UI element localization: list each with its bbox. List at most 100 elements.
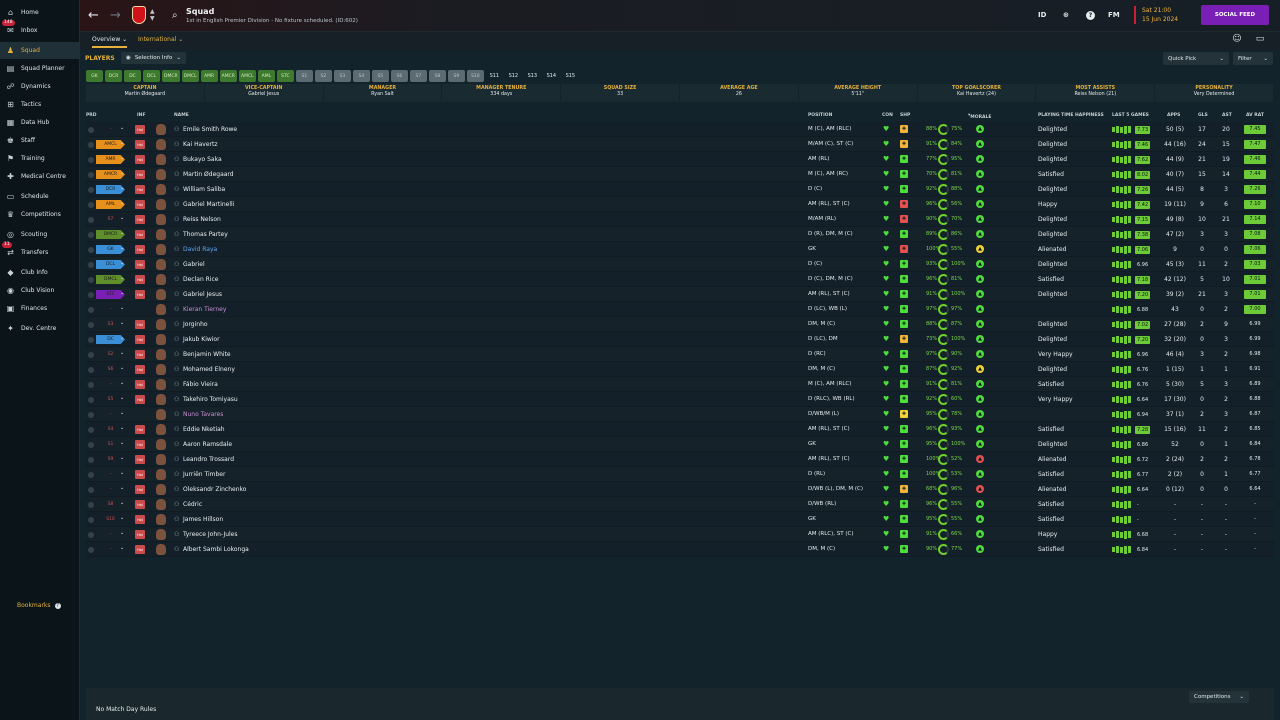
chevron-down-icon[interactable]: ⌄ bbox=[120, 530, 124, 536]
sidebar-item-scouting[interactable]: ◎ Scouting bbox=[0, 226, 80, 243]
position-chip[interactable]: DCR bbox=[105, 70, 122, 82]
chevron-down-icon[interactable]: ⌄ bbox=[120, 215, 124, 221]
player-name[interactable]: Aaron Ramsdale bbox=[183, 441, 232, 448]
position-chip[interactable]: S9 bbox=[447, 70, 465, 82]
filter-button[interactable]: Filter ⌄ bbox=[1233, 52, 1273, 65]
table-row[interactable]: S5 ⌄ Hol ⚇ Takehiro Tomiyasu D (RLC), WB (RL)… bbox=[86, 392, 1274, 407]
select-radio[interactable] bbox=[88, 502, 94, 508]
table-row[interactable]: DMCL ⌄ Hol ⚇ Declan Rice D (C), DM, M (C) ♥ ✚ 96… bbox=[86, 272, 1274, 287]
table-row[interactable]: - ⌄ Hol ⚇ Emile Smith Rowe M (C), AM (RLC) ♥ ✚ 8… bbox=[86, 122, 1274, 137]
competitions-dropdown[interactable]: Competitions ⌄ bbox=[1189, 691, 1249, 703]
notifications-icon[interactable]: ☺ bbox=[1230, 34, 1244, 46]
select-radio[interactable] bbox=[88, 217, 94, 223]
player-name[interactable]: Jakub Kiwior bbox=[183, 336, 220, 343]
select-radio[interactable] bbox=[88, 157, 94, 163]
select-radio[interactable] bbox=[88, 412, 94, 418]
player-name[interactable]: Jurriën Timber bbox=[183, 471, 225, 478]
tab-overview[interactable]: Overview ⌄ bbox=[92, 36, 128, 48]
table-row[interactable]: S7 ⌄ Hol ⚇ Reiss Nelson M/AM (RL) ♥ ✚ 90% 70% ▲ Del… bbox=[86, 212, 1274, 227]
select-radio[interactable] bbox=[88, 397, 94, 403]
sidebar-item-home[interactable]: ⌂ Home bbox=[0, 4, 80, 21]
summary-value[interactable]: Martin Ødegaard bbox=[86, 92, 204, 97]
position-chip[interactable]: AML bbox=[257, 70, 275, 82]
position-chip[interactable]: S4 bbox=[352, 70, 370, 82]
summary-value[interactable]: 5'11" bbox=[799, 92, 917, 97]
select-radio[interactable] bbox=[88, 232, 94, 238]
bookmarks[interactable]: Bookmarks ? bbox=[17, 602, 61, 609]
sidebar-item-club-info[interactable]: ◆ Club Info bbox=[0, 264, 80, 281]
chevron-down-icon[interactable]: ⌄ bbox=[120, 260, 124, 266]
chevron-down-icon[interactable]: ⌄ bbox=[120, 380, 124, 386]
summary-value[interactable]: Kai Havertz (24) bbox=[918, 92, 1036, 97]
select-radio[interactable] bbox=[88, 127, 94, 133]
table-row[interactable]: S10 ⌄ Hol ⚇ James Hillson GK ♥ ✚ 95% 55% ▲ Satisfie… bbox=[86, 512, 1274, 527]
table-row[interactable]: - ⌄ ⚇ Nuno Tavares D/WB/M (L) ♥ ✚ 95% 78% ▲ 6.94 37… bbox=[86, 407, 1274, 422]
sidebar-item-training[interactable]: ⚑ Training bbox=[0, 150, 80, 167]
table-row[interactable]: - ⌄ Hol ⚇ Fábio Vieira M (C), AM (RLC) ♥ ✚ 91% 81… bbox=[86, 377, 1274, 392]
sidebar-item-tactics[interactable]: ⊞ Tactics bbox=[0, 96, 80, 113]
date-display[interactable]: Sat 21:00 15 Jun 2024 bbox=[1134, 6, 1178, 24]
table-row[interactable]: S8 ⌄ Hol ⚇ Cédric D/WB (RL) ♥ ✚ 96% 55% ▲ Satisfied… bbox=[86, 497, 1274, 512]
sidebar-item-transfers[interactable]: ⇄ 11 Transfers bbox=[0, 242, 80, 261]
player-name[interactable]: Emile Smith Rowe bbox=[183, 126, 237, 133]
table-row[interactable]: S2 ⌄ Hol ⚇ Benjamin White D (RC) ♥ ✚ 97% 90% ▲ Very… bbox=[86, 347, 1274, 362]
player-name[interactable]: James Hillson bbox=[183, 516, 223, 523]
table-row[interactable]: DCR ⌄ Hol ⚇ William Saliba D (C) ♥ ✚ 92% 88% ▲ Deli… bbox=[86, 182, 1274, 197]
player-name[interactable]: Tyreece John-Jules bbox=[183, 531, 238, 538]
sidebar-item-squad-planner[interactable]: ▤ Squad Planner bbox=[0, 60, 80, 77]
quick-pick-button[interactable]: Quick Pick ⌄ bbox=[1163, 52, 1229, 65]
select-radio[interactable] bbox=[88, 532, 94, 538]
sidebar-item-staff[interactable]: ♚ Staff bbox=[0, 132, 80, 149]
select-radio[interactable] bbox=[88, 337, 94, 343]
player-name[interactable]: Cédric bbox=[183, 501, 202, 508]
chevron-down-icon[interactable]: ⌄ bbox=[120, 230, 124, 236]
table-row[interactable]: - ⌄ Hol ⚇ Oleksandr Zinchenko D/WB (L), DM, M… bbox=[86, 482, 1274, 497]
position-chip[interactable]: S6 bbox=[390, 70, 408, 82]
position-chip[interactable]: S10 bbox=[466, 70, 484, 82]
table-row[interactable]: AMCR ⌄ Hol ⚇ Martin Ødegaard M (C), AM (RC) ♥ ✚… bbox=[86, 167, 1274, 182]
table-row[interactable]: S3 ⌄ Hol ⚇ Jorginho DM, M (C) ♥ ✚ 88% 87% ▲ Delight… bbox=[86, 317, 1274, 332]
position-chip[interactable]: DMCR bbox=[162, 70, 180, 82]
chevron-down-icon[interactable]: ⌄ bbox=[120, 335, 124, 341]
chevron-down-icon[interactable]: ⌄ bbox=[120, 395, 124, 401]
position-chip[interactable]: AMR bbox=[200, 70, 218, 82]
chevron-down-icon[interactable]: ⌄ bbox=[120, 470, 124, 476]
sidebar-item-club-vision[interactable]: ◉ Club Vision bbox=[0, 282, 80, 299]
help-icon[interactable]: ? bbox=[54, 602, 61, 609]
col-inf[interactable]: INF bbox=[137, 113, 146, 118]
col-avrat[interactable]: AV RAT bbox=[1246, 113, 1264, 118]
position-chip[interactable]: S12 bbox=[505, 70, 522, 82]
select-radio[interactable] bbox=[88, 382, 94, 388]
table-row[interactable]: DC ⌄ Hol ⚇ Jakub Kiwior D (LC), DM ♥ ✚ 73% 100% ▲ D… bbox=[86, 332, 1274, 347]
table-row[interactable]: GK ⌄ Hol ⚇ David Raya GK ♥ ✚ 100% 55% ▲ Alienated 7.… bbox=[86, 242, 1274, 257]
summary-value[interactable]: 334 days bbox=[442, 92, 560, 97]
player-name[interactable]: Gabriel bbox=[183, 261, 205, 268]
player-name[interactable]: Thomas Partey bbox=[183, 231, 228, 238]
sidebar-item-inbox[interactable]: ✉ 148 Inbox bbox=[0, 20, 80, 39]
chevron-down-icon[interactable]: ⌄ bbox=[120, 245, 124, 251]
fm-menu-button[interactable]: FM bbox=[1108, 11, 1120, 19]
select-radio[interactable] bbox=[88, 367, 94, 373]
select-radio[interactable] bbox=[88, 292, 94, 298]
sidebar-item-finances[interactable]: ▣ Finances bbox=[0, 300, 80, 317]
position-chip[interactable]: S8 bbox=[428, 70, 446, 82]
summary-value[interactable]: Gabriel Jesus bbox=[205, 92, 323, 97]
player-name[interactable]: Mohamed Elneny bbox=[183, 366, 235, 373]
col-position[interactable]: POSITION bbox=[808, 113, 832, 118]
table-row[interactable]: - ⌄ Hol ⚇ Albert Sambi Lokonga DM, M (C) ♥ ✚ 90%… bbox=[86, 542, 1274, 557]
table-row[interactable]: S9 ⌄ Hol ⚇ Leandro Trossard AM (RL), ST (C) ♥ ✚… bbox=[86, 452, 1274, 467]
position-chip[interactable]: AMCL bbox=[238, 70, 256, 82]
position-chip[interactable]: S5 bbox=[371, 70, 389, 82]
player-name[interactable]: Martin Ødegaard bbox=[183, 171, 234, 178]
table-row[interactable]: AMCL ⌄ Hol ⚇ Kai Havertz M/AM (C), ST (C) ♥ ✚ 91… bbox=[86, 137, 1274, 152]
help-icon[interactable]: ? bbox=[1086, 11, 1095, 20]
player-name[interactable]: Benjamin White bbox=[183, 351, 231, 358]
forward-arrow-icon[interactable]: → bbox=[110, 8, 121, 23]
player-name[interactable]: Reiss Nelson bbox=[183, 216, 221, 223]
select-radio[interactable] bbox=[88, 487, 94, 493]
chevron-down-icon[interactable]: ⌄ bbox=[120, 155, 124, 161]
id-button[interactable]: ID bbox=[1038, 11, 1046, 19]
player-name[interactable]: Leandro Trossard bbox=[183, 456, 234, 463]
col-con[interactable]: CON bbox=[882, 113, 893, 118]
select-radio[interactable] bbox=[88, 172, 94, 178]
